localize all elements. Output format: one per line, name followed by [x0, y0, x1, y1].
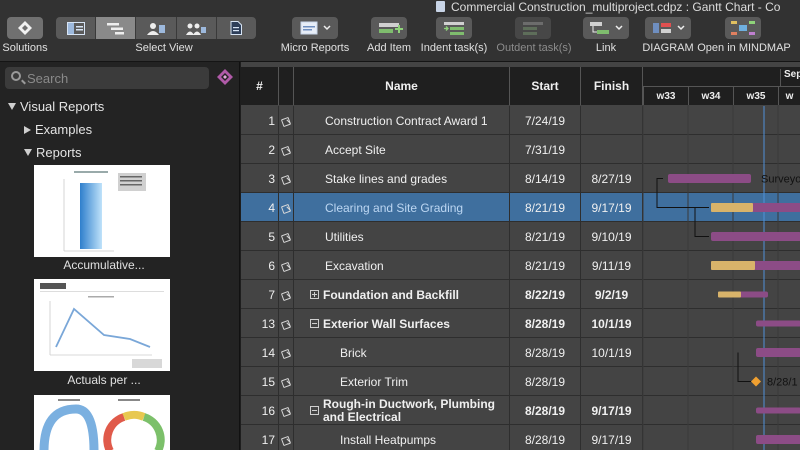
- tree-item-reports[interactable]: Reports: [24, 145, 82, 160]
- add-item-icon: [379, 23, 403, 33]
- outdent-label: Outdent task(s): [496, 42, 572, 54]
- select-view-control[interactable]: [56, 17, 256, 39]
- report-thumbnail-accumulative[interactable]: [34, 165, 170, 257]
- indent-label: Indent task(s): [420, 42, 488, 54]
- add-item-label: Add Item: [366, 42, 412, 54]
- task-bar: [756, 320, 800, 327]
- app-logo-icon: [217, 69, 233, 85]
- search-input[interactable]: [27, 67, 207, 89]
- bar-label: Surveyo: [761, 174, 800, 186]
- tree-item-label: Visual Reports: [20, 99, 105, 114]
- view-sidebar-button[interactable]: [56, 17, 97, 39]
- task-bar: [756, 435, 800, 444]
- task-bar: [756, 348, 800, 357]
- solutions-button[interactable]: [7, 17, 43, 39]
- solutions-label: Solutions: [2, 42, 48, 54]
- report-thumbnail-actuals[interactable]: [34, 279, 170, 371]
- diagram-label: DIAGRAM: [642, 42, 694, 54]
- tree-item-label: Reports: [36, 145, 82, 160]
- tree-item-visual-reports[interactable]: Visual Reports: [8, 99, 104, 114]
- report-preview-image: [40, 283, 164, 368]
- search-box[interactable]: [5, 67, 209, 89]
- window-title: Commercial Construction_multiproject.cdp…: [436, 0, 780, 14]
- task-bar: [668, 174, 751, 183]
- outdent-icon: [523, 22, 543, 35]
- indent-icon: [444, 22, 464, 35]
- outdent-button[interactable]: [515, 17, 551, 39]
- mindmap-label: Open in MINDMAP: [697, 42, 791, 54]
- diagram-button[interactable]: [645, 17, 691, 39]
- resource-view-icon: [147, 22, 165, 35]
- disclosure-down-icon[interactable]: [24, 149, 32, 156]
- view-document-button[interactable]: [217, 17, 256, 39]
- gantt-chart-area: Surveyo 8/28/1: [642, 105, 800, 450]
- window-title-text: Commercial Construction_multiproject.cdp…: [451, 0, 781, 14]
- thumbnail-caption: Accumulative...: [63, 258, 145, 272]
- report-preview-image: [63, 171, 146, 252]
- team-view-icon: [186, 23, 207, 35]
- link-button[interactable]: [583, 17, 629, 39]
- mindmap-icon: [731, 21, 755, 35]
- report-thumbnail-gauge[interactable]: [34, 395, 170, 450]
- document-icon: [436, 1, 445, 12]
- select-view-label: Select View: [135, 42, 193, 54]
- thumbnail-caption: Actuals per ...: [67, 373, 141, 387]
- sidebar-layout-icon: [66, 21, 85, 35]
- task-progress-bar: [711, 261, 755, 270]
- milestone-marker: [751, 376, 761, 387]
- diagram-icon: [653, 23, 685, 33]
- gantt-view-icon: [106, 22, 124, 34]
- bar-label: 8/28/1: [767, 377, 798, 389]
- micro-reports-button[interactable]: [292, 17, 338, 39]
- link-icon: [590, 22, 623, 34]
- view-resources-button[interactable]: [136, 17, 177, 39]
- micro-reports-icon: [300, 21, 331, 35]
- indent-button[interactable]: [436, 17, 472, 39]
- document-view-icon: [230, 21, 243, 35]
- task-bar: [756, 407, 800, 414]
- search-icon: [11, 71, 21, 81]
- link-label: Link: [595, 42, 617, 54]
- dependency-link: [737, 352, 751, 382]
- disclosure-down-icon[interactable]: [8, 103, 16, 110]
- micro-reports-label: Micro Reports: [280, 42, 350, 54]
- dependency-link: [694, 207, 709, 237]
- gantt-grid: # Name Start Finish w33 w34 w35 w Sep 1 Const…: [241, 62, 800, 450]
- report-preview-image: [39, 399, 165, 450]
- disclosure-right-icon[interactable]: [24, 126, 31, 134]
- sidebar: Visual Reports Examples Reports Accumula…: [0, 62, 240, 450]
- open-mindmap-button[interactable]: [725, 17, 761, 39]
- view-team-button[interactable]: [177, 17, 217, 39]
- view-gantt-button[interactable]: [96, 17, 137, 39]
- solutions-icon: [18, 21, 32, 35]
- tree-item-label: Examples: [35, 122, 93, 137]
- task-progress-bar: [711, 203, 753, 212]
- toolbar: Commercial Construction_multiproject.cdp…: [0, 0, 800, 62]
- task-bar: [711, 232, 800, 241]
- add-item-button[interactable]: [371, 17, 407, 39]
- tree-item-examples[interactable]: Examples: [24, 122, 92, 137]
- task-progress-bar: [718, 291, 741, 298]
